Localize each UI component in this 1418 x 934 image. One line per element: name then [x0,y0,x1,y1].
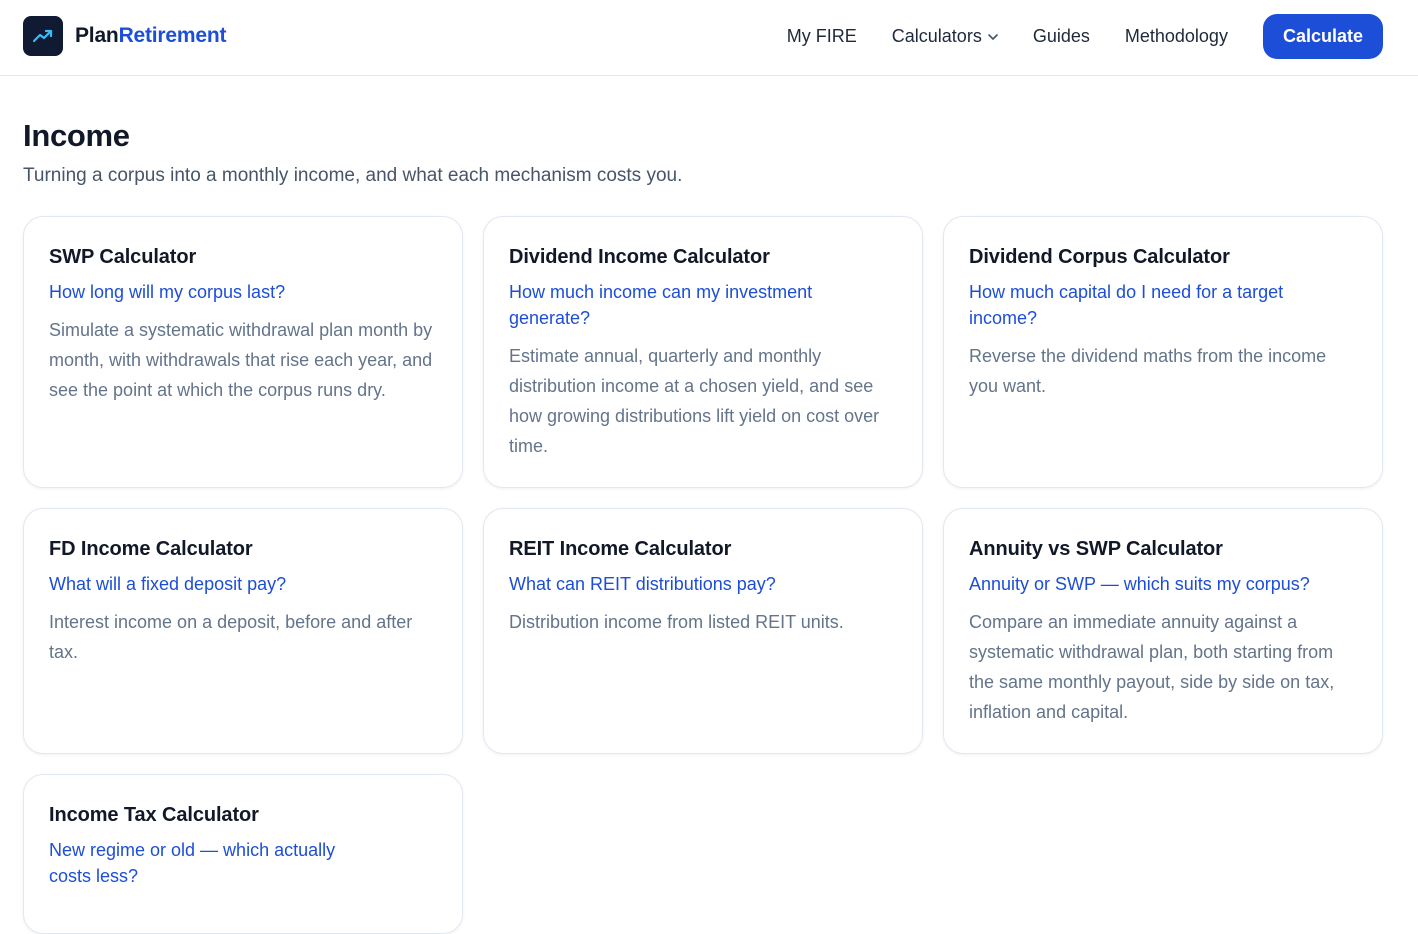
card-description: Estimate annual, quarterly and monthly d… [509,346,880,456]
section-subtitle: Turning a corpus into a monthly income, … [23,165,683,186]
card-title: Income Tax Calculator [49,804,259,826]
logo-text-retirement: Retirement [118,24,227,47]
card-title: SWP Calculator [49,246,197,268]
logo-wordmark: PlanRetirement [75,24,226,48]
card-title: REIT Income Calculator [509,538,732,560]
card-question[interactable]: How much income can my investment genera… [509,279,839,331]
card-description: Simulate a systematic withdrawal plan mo… [49,320,433,400]
section-title: Income [23,118,130,153]
card-fd-income-calculator[interactable]: FD Income Calculator What will a fixed d… [23,508,463,754]
calculate-button[interactable]: Calculate [1262,14,1383,59]
card-question[interactable]: Annuity or SWP — which suits my corpus? [969,571,1349,597]
nav-guides-label: Guides [1032,26,1090,46]
card-dividend-corpus-calculator[interactable]: Dividend Corpus Calculator How much capi… [943,216,1383,488]
card-question[interactable]: New regime or old — which actually costs… [49,837,379,889]
card-question[interactable]: What can REIT distributions pay? [509,571,839,597]
site-header: PlanRetirement My FIRE Calculators Guide… [0,0,1418,76]
nav-my-fire-label: My FIRE [786,26,857,46]
card-question[interactable]: What will a fixed deposit pay? [49,571,379,597]
card-question[interactable]: How long will my corpus last? [49,279,379,305]
card-title: FD Income Calculator [49,538,253,560]
main-nav: My FIRE Calculators Guides Methodology C… [787,14,1383,59]
card-title: Dividend Income Calculator [509,246,770,268]
card-description: Reverse the dividend maths from the inco… [969,346,1327,396]
card-income-tax-calculator[interactable]: Income Tax Calculator New regime or old … [23,774,463,934]
chevron-down-icon [988,33,998,40]
card-title: Annuity vs SWP Calculator [969,538,1223,560]
card-question[interactable]: How much capital do I need for a target … [969,279,1299,331]
card-description: Compare an immediate annuity against a s… [969,612,1335,722]
nav-methodology[interactable]: Methodology [1125,26,1228,47]
card-swp-calculator[interactable]: SWP Calculator How long will my corpus l… [23,216,463,488]
nav-my-fire[interactable]: My FIRE [787,26,857,47]
card-title: Dividend Corpus Calculator [969,246,1230,268]
card-description: Interest income on a deposit, before and… [49,612,413,662]
card-description: Distribution income from listed REIT uni… [509,612,844,632]
logo-text-plan: Plan [75,24,119,47]
nav-methodology-label: Methodology [1124,26,1228,46]
nav-calculators-label: Calculators [891,26,982,46]
nav-calculators[interactable]: Calculators [892,26,998,47]
card-reit-income-calculator[interactable]: REIT Income Calculator What can REIT dis… [483,508,923,754]
trending-up-icon [23,16,63,56]
card-dividend-income-calculator[interactable]: Dividend Income Calculator How much inco… [483,216,923,488]
card-annuity-vs-swp-calculator[interactable]: Annuity vs SWP Calculator Annuity or SWP… [943,508,1383,754]
nav-guides[interactable]: Guides [1033,26,1090,47]
logo[interactable]: PlanRetirement [23,16,226,56]
